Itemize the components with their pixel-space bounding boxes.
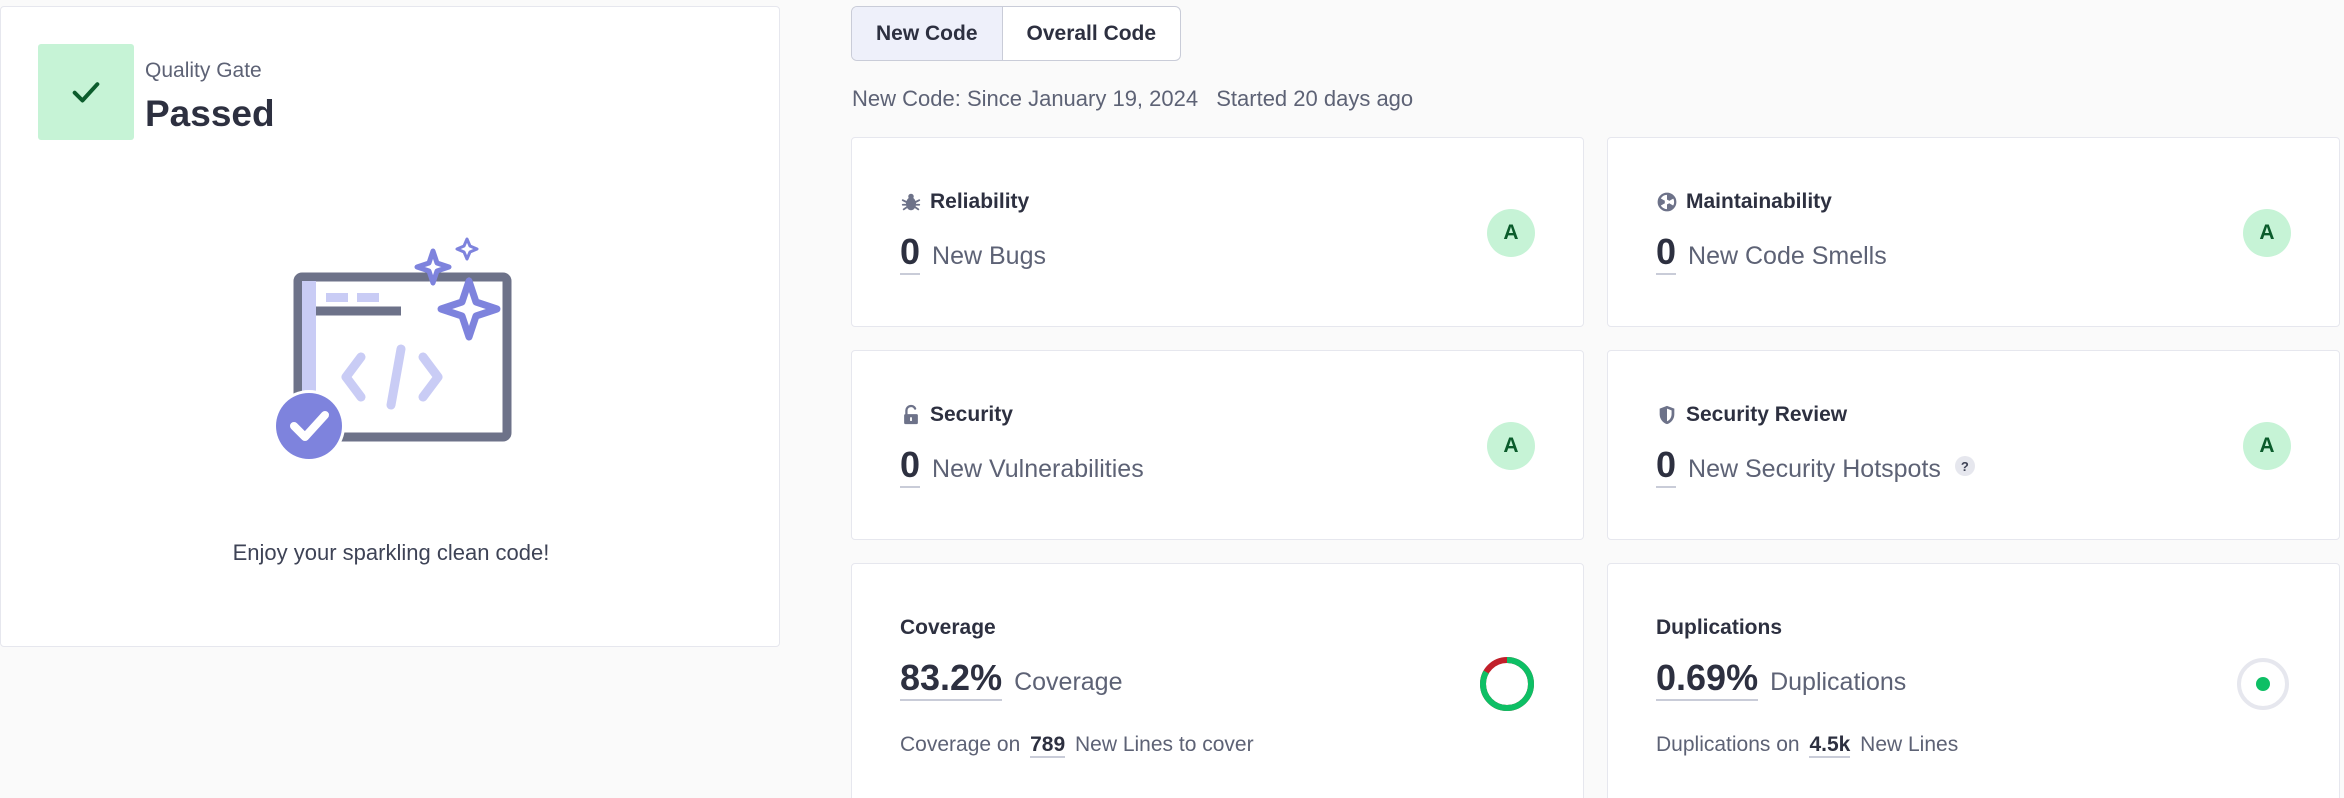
quality-gate-status: Passed bbox=[145, 93, 275, 134]
new-code-tab[interactable]: New Code bbox=[852, 7, 1003, 60]
coverage-percent[interactable]: 83.2% bbox=[900, 658, 1003, 701]
new-bugs-label: New Bugs bbox=[932, 242, 1046, 270]
lines-to-cover-count[interactable]: 789 bbox=[1030, 733, 1066, 758]
security-review-rating[interactable]: A bbox=[2243, 422, 2291, 470]
maintainability-rating[interactable]: A bbox=[2243, 209, 2291, 257]
coverage-card[interactable]: Coverage 83.2% Coverage Coverage on 789 … bbox=[851, 563, 1584, 798]
security-review-title: Security Review bbox=[1656, 403, 1847, 427]
new-code-smells-label: New Code Smells bbox=[1688, 242, 1887, 270]
coverage-ring-icon bbox=[1480, 657, 1534, 711]
duplications-card[interactable]: Duplications 0.69% Duplications Duplicat… bbox=[1607, 563, 2340, 798]
new-security-hotspots-label: New Security Hotspots bbox=[1688, 455, 1941, 483]
reliability-title: Reliability bbox=[900, 190, 1029, 214]
new-code-period: New Code: Since January 19, 2024 Started… bbox=[852, 86, 1413, 112]
new-bugs-count[interactable]: 0 bbox=[900, 232, 921, 275]
new-code-started: Started 20 days ago bbox=[1216, 86, 1414, 111]
code-smell-icon bbox=[1656, 191, 1678, 213]
duplications-value: 0.69% Duplications bbox=[1656, 658, 1906, 701]
security-review-value: 0 New Security Hotspots ? bbox=[1656, 445, 1975, 488]
lock-open-icon bbox=[900, 404, 922, 426]
clean-code-illustration bbox=[273, 237, 512, 462]
new-code-since: New Code: Since January 19, 2024 bbox=[852, 86, 1199, 111]
reliability-card[interactable]: Reliability 0 New Bugs A bbox=[851, 137, 1584, 327]
quality-gate-label: Quality Gate bbox=[145, 59, 262, 82]
check-icon bbox=[72, 82, 100, 103]
security-review-card[interactable]: Security Review 0 New Security Hotspots … bbox=[1607, 350, 2340, 540]
security-rating[interactable]: A bbox=[1487, 422, 1535, 470]
maintainability-label: Maintainability bbox=[1686, 190, 1832, 213]
reliability-label: Reliability bbox=[930, 190, 1030, 213]
duplications-label: Duplications bbox=[1656, 616, 1783, 639]
coverage-subline: Coverage on 789 New Lines to cover bbox=[900, 733, 1254, 758]
security-review-label: Security Review bbox=[1686, 403, 1848, 426]
quality-gate-message: Enjoy your sparkling clean code! bbox=[232, 540, 550, 565]
new-security-hotspots-count[interactable]: 0 bbox=[1656, 445, 1677, 488]
duplications-sub-suffix: New Lines bbox=[1860, 733, 1959, 756]
new-vulnerabilities-label: New Vulnerabilities bbox=[932, 455, 1144, 483]
maintainability-value: 0 New Code Smells bbox=[1656, 232, 1887, 275]
new-vulnerabilities-count[interactable]: 0 bbox=[900, 445, 921, 488]
security-label: Security bbox=[930, 403, 1013, 426]
overall-code-tab[interactable]: Overall Code bbox=[1003, 7, 1181, 60]
reliability-value: 0 New Bugs bbox=[900, 232, 1046, 275]
security-title: Security bbox=[900, 403, 1013, 427]
reliability-rating[interactable]: A bbox=[1487, 209, 1535, 257]
maintainability-title: Maintainability bbox=[1656, 190, 1832, 214]
duplications-subline: Duplications on 4.5k New Lines bbox=[1656, 733, 1959, 758]
maintainability-card[interactable]: Maintainability 0 New Code Smells A bbox=[1607, 137, 2340, 327]
new-lines-count[interactable]: 4.5k bbox=[1809, 733, 1851, 758]
code-period-toggle: New Code Overall Code bbox=[851, 6, 1182, 61]
security-card[interactable]: Security 0 New Vulnerabilities A bbox=[851, 350, 1584, 540]
duplications-unit-label: Duplications bbox=[1770, 668, 1907, 696]
bug-icon bbox=[900, 191, 922, 213]
duplications-indicator-icon bbox=[2237, 658, 2289, 710]
duplications-sub-prefix: Duplications on bbox=[1656, 733, 1800, 756]
coverage-sub-prefix: Coverage on bbox=[900, 733, 1021, 756]
quality-gate-panel: Quality Gate Passed Enjoy your sparkling… bbox=[0, 6, 780, 647]
coverage-title: Coverage bbox=[900, 616, 996, 640]
coverage-value: 83.2% Coverage bbox=[900, 658, 1122, 701]
shield-icon bbox=[1656, 404, 1678, 426]
coverage-sub-suffix: New Lines to cover bbox=[1074, 733, 1254, 756]
coverage-label: Coverage bbox=[900, 616, 996, 639]
security-value: 0 New Vulnerabilities bbox=[900, 445, 1144, 488]
duplications-percent[interactable]: 0.69% bbox=[1656, 658, 1759, 701]
coverage-unit-label: Coverage bbox=[1014, 668, 1123, 696]
duplications-title: Duplications bbox=[1656, 616, 1782, 640]
new-code-smells-count[interactable]: 0 bbox=[1656, 232, 1677, 275]
quality-gate-passed-badge bbox=[38, 44, 134, 140]
help-icon[interactable]: ? bbox=[1954, 456, 1975, 477]
